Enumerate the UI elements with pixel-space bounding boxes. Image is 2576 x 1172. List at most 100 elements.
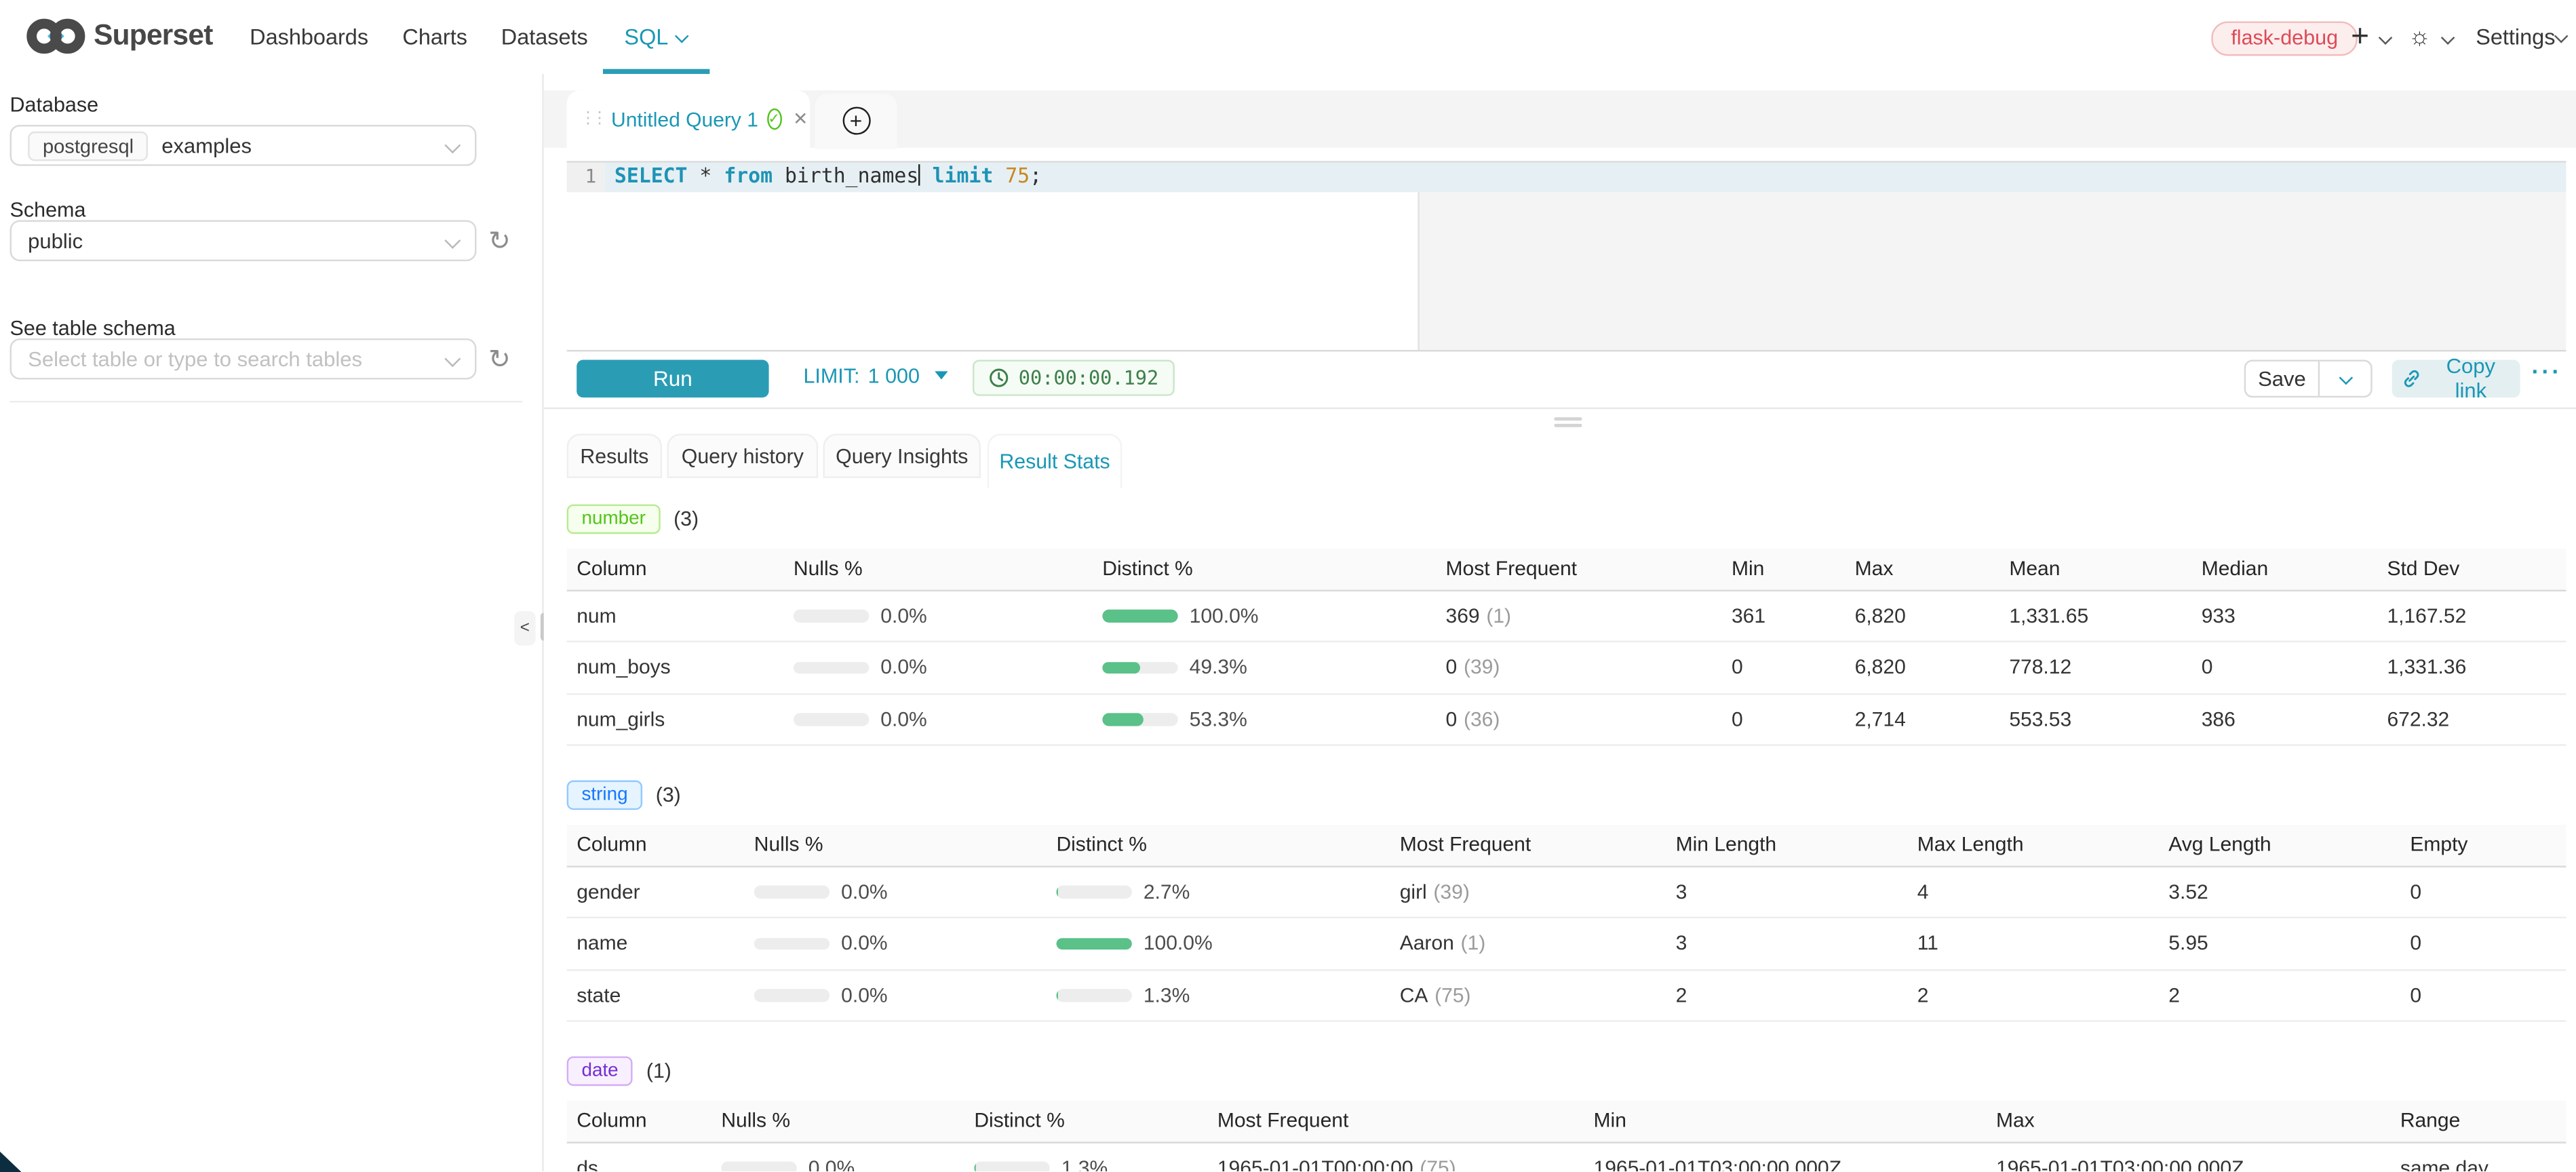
- sql-token: limit: [920, 165, 1006, 188]
- column-type-tag: number: [567, 503, 661, 533]
- column-header: Most Frequent: [1446, 558, 1732, 581]
- cell-value: 1965-01-01T03:00:00.000Z: [1594, 1156, 1841, 1172]
- sql-token: ;: [1030, 165, 1042, 188]
- copy-link-label: Copy link: [2432, 353, 2511, 403]
- cell-value: 778.12: [2009, 656, 2071, 679]
- new-item-plus-icon[interactable]: +: [2351, 0, 2369, 74]
- table-cell: num_girls: [567, 708, 794, 731]
- cell-value: CA: [1400, 984, 1428, 1007]
- cell-muted-value: (75): [1435, 984, 1470, 1007]
- cell-value: 2: [1676, 984, 1687, 1007]
- resize-grip[interactable]: [1554, 416, 1582, 429]
- table-cell: 0.0%: [794, 656, 1102, 679]
- table-cell: 0.0%: [794, 604, 1102, 627]
- column-header: Nulls %: [721, 1110, 974, 1133]
- sql-editor[interactable]: 1 SELECT * from birth_names limit 75;: [567, 161, 2567, 351]
- cell-value: 0: [2202, 656, 2213, 679]
- chevron-down-icon[interactable]: [2441, 31, 2455, 45]
- nav-item-dashboards[interactable]: Dashboards: [250, 0, 368, 74]
- schema-select[interactable]: public: [10, 220, 477, 262]
- column-header: Column: [567, 558, 794, 581]
- query-tab-title[interactable]: Untitled Query 1: [611, 108, 758, 131]
- database-engine-tag: postgresql: [28, 131, 149, 161]
- cell-value: 6,820: [1855, 656, 1906, 679]
- chevron-down-icon: [444, 351, 461, 367]
- percent-bar: [754, 886, 830, 898]
- cell-value: 4: [1917, 880, 1929, 903]
- cell-value: 6,820: [1855, 604, 1906, 627]
- cell-value: 672.32: [2387, 708, 2449, 731]
- section-header: date(1): [567, 1057, 2567, 1085]
- table-schema-label: See table schema: [10, 317, 176, 340]
- table-row: ds0.0%1.3%1965-01-01T00:00:00(75)1965-01…: [567, 1143, 2567, 1172]
- table-cell: 49.3%: [1102, 656, 1445, 679]
- table-cell: 3: [1676, 932, 1917, 955]
- refresh-tables-icon[interactable]: ↻: [483, 338, 515, 380]
- table-cell: 0: [2410, 880, 2566, 903]
- column-count: (1): [646, 1059, 671, 1082]
- chevron-down-icon: [675, 29, 689, 43]
- save-split-button[interactable]: Save: [2244, 359, 2373, 397]
- percent-bar: [721, 1162, 796, 1172]
- table-cell: 1965-01-01T03:00:00.000Z: [1996, 1156, 2400, 1172]
- percent-bar: [1056, 886, 1131, 898]
- close-tab-icon[interactable]: ✕: [793, 109, 808, 130]
- cell-muted-value: (75): [1420, 1156, 1456, 1172]
- section-header: number(3): [567, 505, 2567, 532]
- table-select[interactable]: Select table or type to search tables: [10, 338, 477, 380]
- table-cell: 100.0%: [1056, 932, 1399, 955]
- column-type-tag: string: [567, 780, 643, 810]
- sidebar-collapse-button[interactable]: <: [514, 611, 535, 646]
- drag-handle-icon[interactable]: ⋮⋮: [580, 111, 603, 128]
- column-header: Nulls %: [754, 834, 1057, 857]
- cell-value: 2,714: [1855, 708, 1906, 731]
- nav-item-sql[interactable]: SQL: [624, 0, 668, 74]
- sql-code-line[interactable]: SELECT * from birth_names limit 75;: [614, 163, 1042, 192]
- table-cell: 672.32: [2387, 708, 2566, 731]
- cell-muted-value: (1): [1486, 604, 1511, 627]
- chevron-down-icon[interactable]: [2379, 31, 2393, 45]
- save-button[interactable]: Save: [2246, 361, 2320, 395]
- editor-toolbar: Run LIMIT: 1 000 00:00:00.192 Save: [567, 348, 2567, 408]
- chevron-down-icon: [444, 233, 461, 249]
- sql-lab-page: Superset Dashboards Charts Datasets SQL …: [0, 0, 2576, 1172]
- tab-result-stats[interactable]: Result Stats: [988, 433, 1123, 488]
- navbar: Superset Dashboards Charts Datasets SQL …: [0, 0, 2576, 75]
- table-cell: CA (75): [1400, 984, 1676, 1007]
- tab-query-history[interactable]: Query history: [667, 433, 818, 477]
- result-stats-content: number(3)ColumnNulls %Distinct %Most Fre…: [567, 505, 2567, 1172]
- nav-item-datasets[interactable]: Datasets: [501, 0, 588, 74]
- table-row: num0.0%100.0%369(1)3616,8201,331.659331,…: [567, 591, 2567, 642]
- table-cell: 0: [2410, 932, 2566, 955]
- run-button[interactable]: Run: [577, 359, 768, 397]
- brand-wordmark[interactable]: Superset: [94, 18, 213, 53]
- cell-value: 1965-01-01T03:00:00.000Z: [1996, 1156, 2244, 1172]
- query-tab[interactable]: ⋮⋮ Untitled Query 1 ✓ ✕: [567, 90, 810, 149]
- new-query-tab-button[interactable]: +: [815, 93, 897, 149]
- cell-value: 1,331.65: [2009, 604, 2088, 627]
- settings-menu[interactable]: Settings: [2476, 0, 2555, 74]
- table-cell: 6,820: [1855, 604, 2010, 627]
- nav-item-charts[interactable]: Charts: [402, 0, 467, 74]
- cell-muted-value: (1): [1461, 932, 1486, 955]
- copy-link-button[interactable]: Copy link: [2392, 359, 2520, 397]
- database-select[interactable]: postgresql examples: [10, 125, 477, 166]
- limit-dropdown[interactable]: LIMIT: 1 000: [803, 364, 948, 387]
- cell-value: 2: [1917, 984, 1929, 1007]
- percent-bar-fill: [1056, 937, 1131, 950]
- link-icon: [2402, 368, 2421, 389]
- table-cell: 0: [1732, 708, 1855, 731]
- theme-sun-icon[interactable]: ☼: [2408, 0, 2431, 74]
- tab-query-insights[interactable]: Query Insights: [823, 433, 981, 477]
- save-options-caret[interactable]: [2320, 361, 2370, 395]
- tab-results[interactable]: Results: [567, 433, 662, 477]
- column-header: Empty: [2410, 834, 2566, 857]
- superset-logo-icon[interactable]: [24, 15, 87, 68]
- table-cell: 3: [1676, 880, 1917, 903]
- sidebar-divider: [10, 401, 523, 402]
- cell-value: 0: [1446, 656, 1458, 679]
- stats-section-number: number(3)ColumnNulls %Distinct %Most Fre…: [567, 505, 2567, 746]
- refresh-schemas-icon[interactable]: ↻: [483, 220, 515, 262]
- table-cell: 778.12: [2009, 656, 2201, 679]
- more-actions-button[interactable]: ···: [2532, 357, 2562, 384]
